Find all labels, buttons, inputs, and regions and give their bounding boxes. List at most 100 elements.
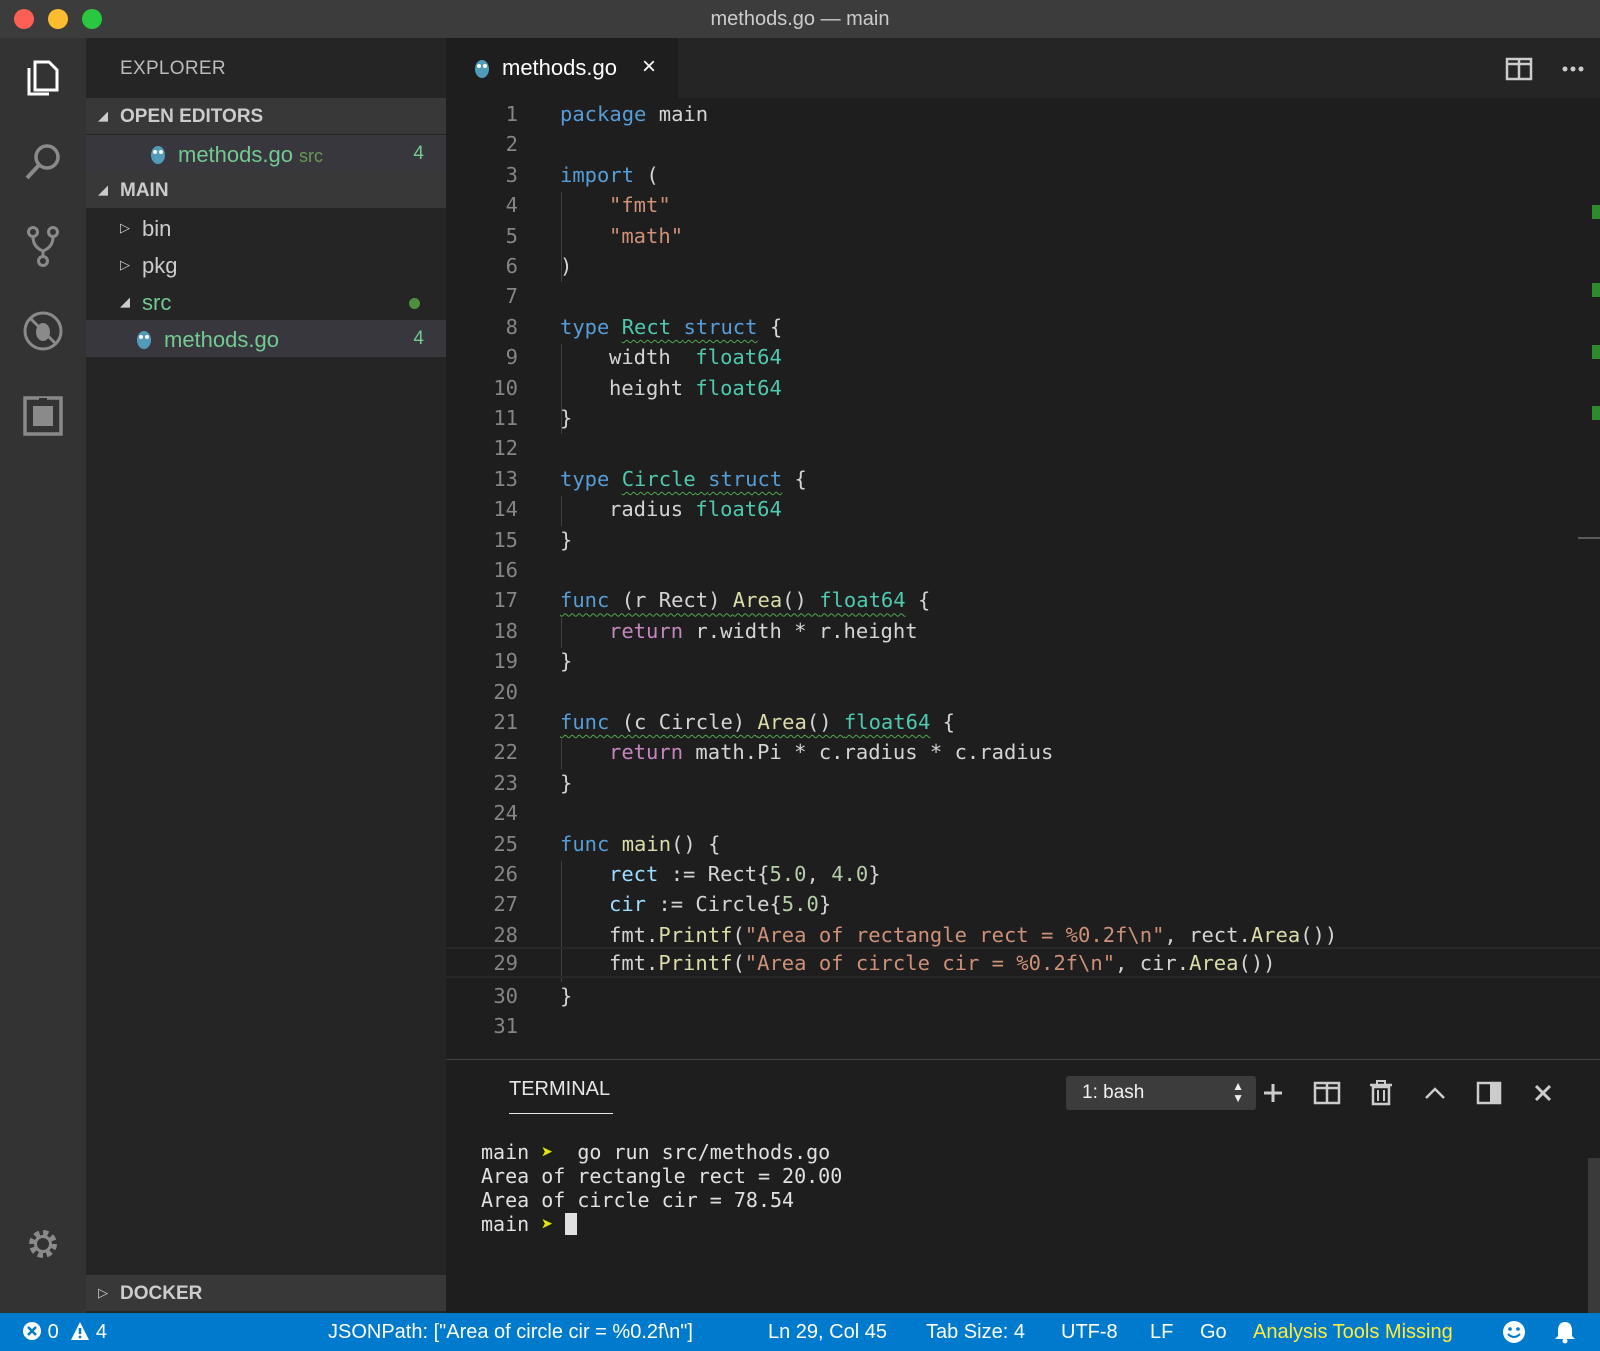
open-editors-section-header[interactable]: ◢ OPEN EDITORS — [86, 98, 446, 134]
code-line: 11} — [493, 406, 573, 430]
code-line: 23} — [493, 770, 573, 795]
terminal-cursor — [565, 1213, 578, 1235]
code-line: 17 func (r Rect) Area() float64 { — [493, 588, 931, 613]
tree-item-bin[interactable]: ▷ bin — [86, 209, 446, 246]
problem-count-badge: 4 — [413, 143, 424, 164]
terminal-line: main ➤ — [481, 1212, 842, 1236]
encoding-status[interactable]: UTF-8 — [1061, 1321, 1118, 1344]
modified-dot-indicator — [409, 298, 420, 309]
tree-item-label: methods.go — [164, 327, 279, 352]
title-bar: methods.go — main — [0, 0, 1600, 38]
warning-icon — [71, 1322, 90, 1340]
tree-item-label: pkg — [142, 253, 178, 278]
main-folder-label: MAIN — [120, 180, 169, 201]
window-title: methods.go — main — [710, 8, 890, 30]
open-editor-item-methods-go[interactable]: methods.go src 4 — [86, 135, 446, 172]
split-terminal-icon[interactable] — [1312, 1078, 1342, 1108]
terminal-line: main ➤ go run src/methods.go — [481, 1140, 831, 1164]
code-line: 5 "math" — [505, 223, 684, 248]
warning-count: 4 — [95, 1321, 107, 1343]
current-code-line: 29 fmt.Printf("Area of circle cir = %0.2f… — [446, 947, 1600, 979]
bell-icon[interactable] — [1553, 1320, 1577, 1350]
code-line: 18 return r.width * r.height — [493, 618, 918, 643]
code-line: 2 — [505, 132, 518, 157]
terminal-select-value: 1: bash — [1082, 1082, 1145, 1103]
chevron-right-icon: ▷ — [98, 1285, 108, 1300]
scrollbar-change-marker — [1592, 205, 1600, 219]
go-file-icon — [151, 146, 165, 164]
chevron-down-icon: ◢ — [98, 108, 108, 123]
editor-tab-bar: methods.go × — [446, 38, 1600, 98]
go-file-icon — [475, 60, 489, 78]
terminal-output[interactable]: main ➤ go run src/methods.go Area of rect… — [481, 1140, 842, 1236]
open-editor-filename: methods.go src — [178, 142, 323, 167]
tab-methods-go[interactable]: methods.go × — [446, 38, 678, 98]
trash-icon[interactable] — [1366, 1078, 1396, 1108]
debug-icon[interactable] — [21, 309, 65, 353]
tab-close-button[interactable]: × — [642, 53, 656, 81]
maximize-panel-icon[interactable] — [1420, 1078, 1450, 1108]
chevron-down-icon: ◢ — [120, 294, 130, 309]
tab-size-status[interactable]: Tab Size: 4 — [926, 1321, 1025, 1344]
code-line: 14 radius float64 — [493, 497, 782, 522]
error-count: 0 — [47, 1321, 59, 1343]
tree-item-src[interactable]: ◢ src — [86, 283, 446, 320]
terminal-line: Area of rectangle rect = 20.00 — [481, 1164, 843, 1188]
tab-terminal[interactable]: TERMINAL — [509, 1078, 610, 1101]
explorer-title: EXPLORER — [120, 58, 226, 79]
select-arrows-icon: ▲ ▼ — [1232, 1079, 1244, 1105]
problems-indicator[interactable]: 0 4 — [22, 1321, 107, 1344]
panel-position-icon[interactable] — [1474, 1078, 1504, 1108]
jsonpath-status[interactable]: JSONPath: ["Area of circle cir = %0.2f\n… — [328, 1321, 693, 1344]
terminal-scrollbar[interactable] — [1588, 1158, 1600, 1314]
code-line: 20 — [493, 679, 518, 704]
go-file-icon — [137, 331, 151, 349]
open-editor-folder: src — [298, 146, 323, 166]
terminal-panel: TERMINAL 1: bash ▲ ▼ main ➤ go run src/me… — [446, 1059, 1600, 1314]
code-line: 16 — [493, 558, 518, 582]
tree-item-label: src — [142, 290, 172, 315]
code-line: 6) — [505, 254, 573, 278]
scrollbar-change-marker — [1592, 406, 1600, 420]
code-editor[interactable]: 1 package main 2 3 import ( 4 "fmt" 5 "math"… — [446, 98, 1600, 1059]
code-line: 15} — [493, 527, 573, 552]
extensions-icon[interactable] — [21, 394, 65, 438]
more-actions-icon[interactable] — [1558, 54, 1588, 84]
analysis-tools-missing-status[interactable]: Analysis Tools Missing — [1253, 1321, 1453, 1344]
chevron-down-icon: ◢ — [98, 182, 108, 197]
smiley-icon[interactable] — [1502, 1320, 1526, 1350]
problem-count-badge: 4 — [413, 328, 424, 349]
cursor-position-status[interactable]: Ln 29, Col 45 — [768, 1321, 887, 1344]
terminal-select[interactable]: 1: bash ▲ ▼ — [1066, 1076, 1256, 1110]
code-line: 19} — [493, 649, 573, 674]
code-line: 28 fmt.Printf("Area of rectangle rect = %… — [493, 922, 1338, 947]
tab-label: methods.go — [502, 55, 617, 80]
code-line: 21 func (c Circle) Area() float64 { — [493, 710, 955, 734]
add-terminal-icon[interactable] — [1258, 1078, 1288, 1108]
terminal-line: Area of circle cir = 78.54 — [481, 1188, 795, 1212]
code-line: 1 package main — [505, 102, 709, 126]
language-mode-status[interactable]: Go — [1200, 1321, 1227, 1344]
tree-item-methods-go[interactable]: methods.go 4 — [86, 320, 446, 357]
search-icon[interactable] — [21, 140, 65, 184]
code-line: 8 type Rect struct { — [505, 314, 783, 339]
source-control-icon[interactable] — [21, 224, 65, 268]
chevron-right-icon: ▷ — [120, 220, 130, 235]
code-line: 26 rect := Rect{5.0, 4.0} — [493, 862, 881, 886]
error-icon — [23, 1322, 41, 1340]
chevron-right-icon: ▷ — [120, 257, 130, 272]
scrollbar-change-marker — [1592, 283, 1600, 297]
close-panel-icon[interactable] — [1528, 1078, 1558, 1108]
code-line: 3 import ( — [505, 162, 659, 187]
docker-section-header[interactable]: ▷ DOCKER — [86, 1275, 446, 1311]
main-folder-section-header[interactable]: ◢ MAIN — [86, 172, 446, 208]
code-line: 13 type Circle struct { — [493, 466, 807, 491]
gear-icon[interactable] — [21, 1222, 65, 1266]
split-editor-icon[interactable] — [1504, 54, 1534, 84]
files-icon[interactable] — [21, 56, 65, 100]
code-line: 27 cir := Circle{5.0} — [493, 892, 832, 917]
code-line: 12 — [493, 436, 518, 461]
eol-status[interactable]: LF — [1150, 1321, 1173, 1344]
tree-item-pkg[interactable]: ▷ pkg — [86, 246, 446, 283]
activity-bar — [0, 38, 86, 1313]
